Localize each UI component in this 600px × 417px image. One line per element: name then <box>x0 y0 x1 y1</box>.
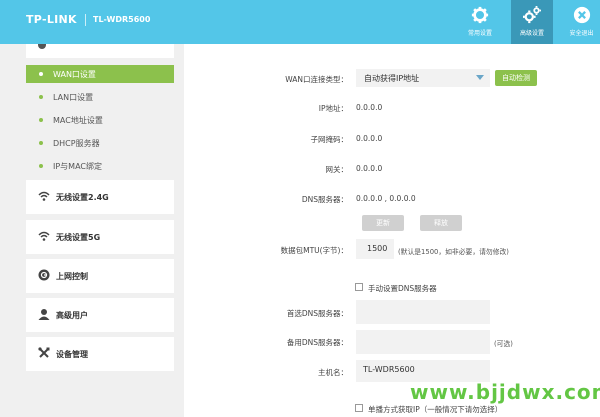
bullet-icon <box>39 118 43 122</box>
sidebar-item-wireless-24g[interactable]: 无线设置2.4G <box>26 180 174 214</box>
nav-logout[interactable]: 安全退出 <box>563 0 600 44</box>
sidebar-item-lan[interactable]: LAN口设置 <box>26 88 174 106</box>
dns-label: DNS服务器： <box>301 195 348 204</box>
bullet-icon <box>39 72 43 76</box>
optional-hint: (可选) <box>494 340 513 348</box>
secondary-dns-input[interactable] <box>356 330 490 354</box>
bullet-icon <box>39 164 43 168</box>
sidebar-item-wan[interactable]: WAN口设置 <box>26 65 174 83</box>
subnet-mask-label: 子网掩码： <box>310 135 349 144</box>
user-icon <box>38 309 50 320</box>
gateway-label: 网关： <box>325 165 349 174</box>
sidebar-item-device-management[interactable]: 设备管理 <box>26 337 174 371</box>
close-icon <box>573 6 590 24</box>
sidebar-item-dhcp[interactable]: DHCP服务器 <box>26 134 174 152</box>
chevron-down-icon <box>476 75 484 80</box>
hostname-input[interactable]: TL-WDR5600 <box>356 360 490 382</box>
wifi-icon <box>38 191 50 201</box>
globe-icon <box>38 44 46 49</box>
nav-label: 安全退出 <box>569 30 594 37</box>
gateway-value: 0.0.0.0 <box>356 164 383 173</box>
nav-label: 高级设置 <box>519 30 544 37</box>
gears-icon <box>523 6 541 24</box>
mtu-label: 数据包MTU(字节)： <box>280 246 348 255</box>
top-bar: TP-LINK TL-WDR5600 常用设置 高级设置 安全退出 <box>0 0 600 44</box>
sidebar-item-mac[interactable]: MAC地址设置 <box>26 111 174 129</box>
sidebar-item-ip-mac-binding[interactable]: IP与MAC绑定 <box>26 157 174 175</box>
wan-type-label: WAN口连接类型： <box>285 75 348 84</box>
gear-icon <box>471 6 489 24</box>
globe-icon <box>38 269 50 281</box>
model-name: TL-WDR5600 <box>93 15 151 24</box>
tools-icon <box>38 347 50 358</box>
bullet-icon <box>39 141 43 145</box>
manual-dns-checkbox[interactable] <box>355 283 363 291</box>
wan-type-select[interactable]: 自动获得IP地址 <box>356 69 490 87</box>
primary-dns-input[interactable] <box>356 300 490 324</box>
ip-value: 0.0.0.0 <box>356 103 383 112</box>
ip-label: IP地址： <box>318 104 348 113</box>
auto-detect-button[interactable]: 自动检测 <box>495 70 537 86</box>
hostname-label: 主机名： <box>318 368 348 377</box>
subnet-mask-value: 0.0.0.0 <box>356 134 383 143</box>
wifi-icon <box>38 231 50 241</box>
renew-button[interactable]: 更新 <box>362 215 404 231</box>
sidebar: WAN口设置 LAN口设置 MAC地址设置 DHCP服务器 IP与MAC绑定 无… <box>0 44 184 417</box>
sidebar-item-internet-control[interactable]: 上网控制 <box>26 259 174 293</box>
primary-dns-label: 首选DNS服务器： <box>286 309 348 318</box>
mtu-input[interactable]: 1500 <box>356 239 394 259</box>
brand-logo: TP-LINK <box>26 13 77 26</box>
sidebar-item-advanced-user[interactable]: 高级用户 <box>26 298 174 332</box>
manual-dns-label: 手动设置DNS服务器 <box>368 284 437 293</box>
secondary-dns-label: 备用DNS服务器： <box>286 338 348 347</box>
nav-advanced-settings[interactable]: 高级设置 <box>511 0 553 44</box>
dns-value: 0.0.0.0 , 0.0.0.0 <box>356 194 416 203</box>
bullet-icon <box>39 95 43 99</box>
nav-common-settings[interactable]: 常用设置 <box>459 0 501 44</box>
unicast-checkbox[interactable] <box>355 404 363 412</box>
unicast-label: 单播方式获取IP（一般情况下请勿选择） <box>368 405 503 414</box>
mtu-hint: (默认是1500，如非必要，请勿修改) <box>398 248 509 256</box>
nav-label: 常用设置 <box>467 30 492 37</box>
brand-divider <box>85 14 86 26</box>
site-watermark: www.bjjdwx.com <box>410 380 600 404</box>
release-button[interactable]: 释放 <box>420 215 462 231</box>
sidebar-item-wireless-5g[interactable]: 无线设置5G <box>26 220 174 254</box>
network-settings-header[interactable] <box>26 44 174 58</box>
